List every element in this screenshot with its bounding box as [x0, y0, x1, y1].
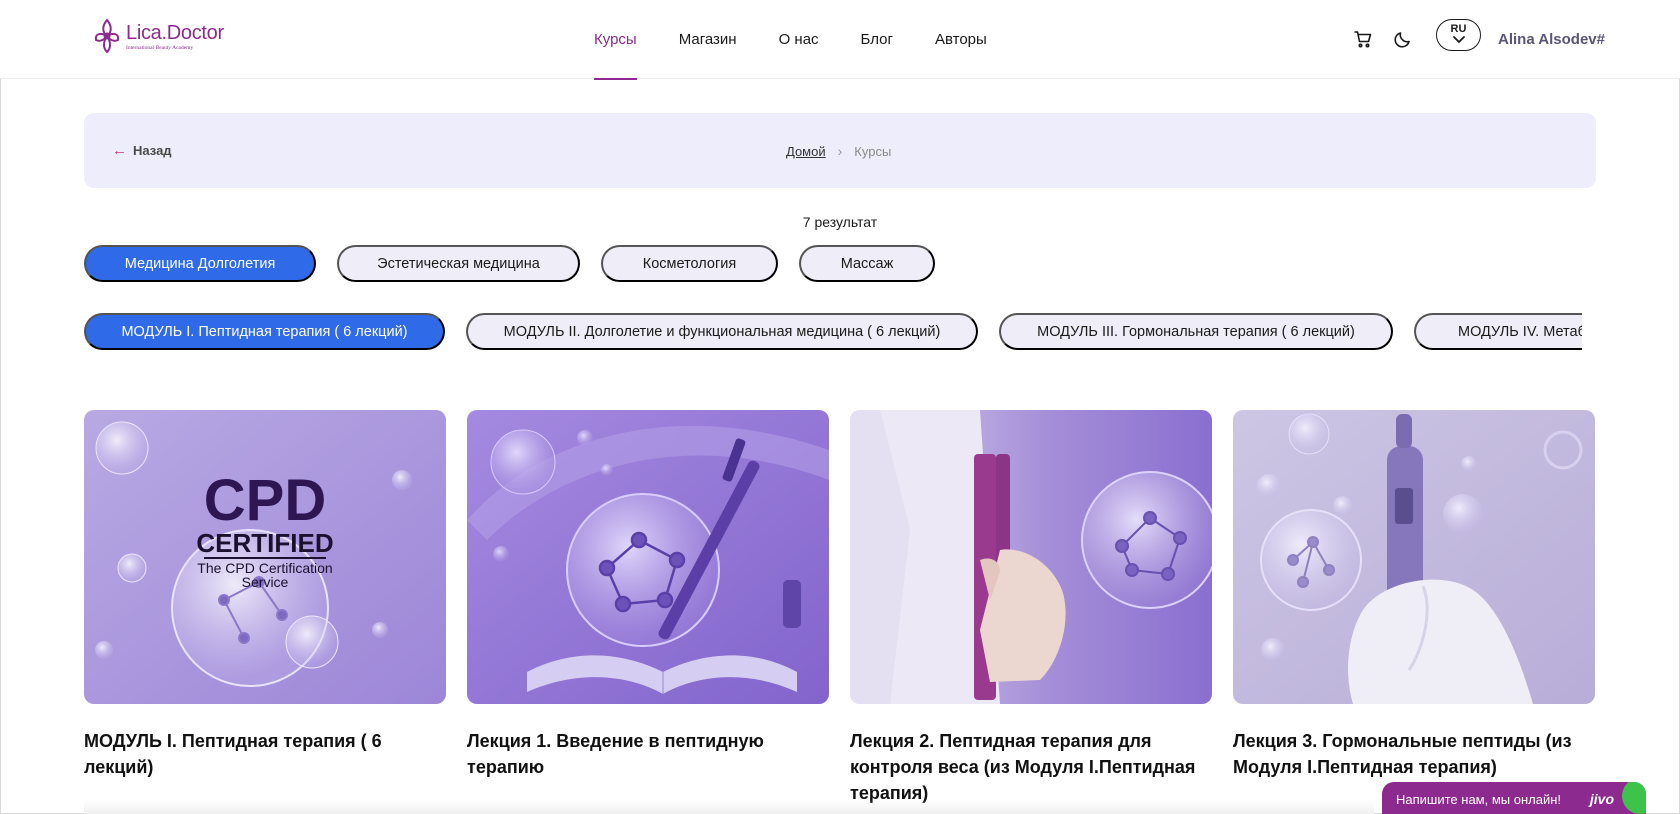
module-pill-3[interactable]: МОДУЛЬ III. Гормональная терапия ( 6 лек… — [999, 313, 1393, 350]
nav-courses[interactable]: Курсы — [594, 0, 637, 80]
back-button[interactable]: ← Назад — [112, 142, 172, 159]
cpd-badge-caption-2: Service — [242, 574, 289, 590]
category-pill-massage[interactable]: Массаж — [799, 245, 935, 282]
chat-brand-logo: jivo — [1589, 791, 1614, 807]
arrow-left-icon: ← — [112, 142, 127, 159]
chevron-down-icon — [1452, 36, 1465, 44]
course-card[interactable]: CPD CERTIFIED The CPD Certification Serv… — [84, 410, 446, 806]
nav-blog[interactable]: Блог — [861, 0, 893, 79]
logo[interactable]: Lica.Doctor International Beauty Academy — [92, 16, 224, 58]
card-image-cpd: CPD CERTIFIED The CPD Certification Serv… — [84, 410, 446, 704]
breadcrumb-current: Курсы — [854, 143, 892, 159]
breadcrumb-bar: ← Назад Домой › Курсы — [84, 113, 1596, 188]
breadcrumb-home[interactable]: Домой — [786, 144, 826, 159]
card-title[interactable]: МОДУЛЬ I. Пептидная терапия ( 6 лекций) — [84, 728, 446, 780]
course-card[interactable]: Лекция 3. Гормональные пептиды (из Модул… — [1233, 410, 1595, 806]
logo-tagline: International Beauty Academy — [126, 45, 194, 51]
logo-name: Lica.Doctor — [126, 22, 224, 44]
nav-about[interactable]: О нас — [779, 0, 819, 79]
category-filters: Медицина Долголетия Эстетическая медицин… — [84, 245, 935, 282]
back-label: Назад — [133, 143, 172, 158]
user-name[interactable]: Alina Alsodev# — [1498, 31, 1605, 48]
chevron-right-icon: › — [837, 143, 843, 159]
language-label: RU — [1450, 23, 1467, 35]
card-title[interactable]: Лекция 3. Гормональные пептиды (из Модул… — [1233, 728, 1595, 780]
cart-icon[interactable] — [1352, 28, 1374, 50]
breadcrumb: Домой › Курсы — [786, 143, 891, 159]
module-pill-1[interactable]: МОДУЛЬ I. Пептидная терапия ( 6 лекций) — [84, 313, 445, 350]
module-filters[interactable]: МОДУЛЬ I. Пептидная терапия ( 6 лекций) … — [84, 313, 1582, 350]
moon-icon[interactable] — [1392, 28, 1414, 50]
nav-authors[interactable]: Авторы — [935, 0, 987, 79]
cpd-badge-main: CPD — [204, 468, 326, 533]
card-image-injection-pen — [1233, 410, 1595, 704]
card-title[interactable]: Лекция 1. Введение в пептидную терапию — [467, 728, 829, 780]
chat-label: Напишите нам, мы онлайн! — [1396, 792, 1562, 807]
nav-shop[interactable]: Магазин — [679, 0, 737, 79]
online-status-icon — [1622, 782, 1646, 814]
cpd-badge-sub: CERTIFIED — [196, 528, 333, 558]
category-pill-cosmetology[interactable]: Косметология — [601, 245, 778, 282]
results-count: 7 результат — [802, 214, 878, 230]
category-pill-aesthetic[interactable]: Эстетическая медицина — [337, 245, 580, 282]
category-pill-longevity[interactable]: Медицина Долголетия — [84, 245, 316, 282]
chat-widget[interactable]: Напишите нам, мы онлайн! jivo — [1382, 782, 1646, 814]
course-cards: CPD CERTIFIED The CPD Certification Serv… — [84, 410, 1595, 806]
course-card[interactable]: Лекция 2. Пептидная терапия для контроля… — [850, 410, 1212, 806]
scroll-fade — [84, 800, 1374, 814]
card-image-molecule-book — [467, 410, 829, 704]
card-image-measuring-tape — [850, 410, 1212, 704]
card-title[interactable]: Лекция 2. Пептидная терапия для контроля… — [850, 728, 1212, 806]
main-nav: Курсы Магазин О нас Блог Авторы — [594, 0, 987, 80]
language-selector[interactable]: RU — [1436, 19, 1481, 51]
module-pill-4[interactable]: МОДУЛЬ IV. Метаболическая — [1414, 313, 1582, 350]
course-card[interactable]: Лекция 1. Введение в пептидную терапию — [467, 410, 829, 806]
module-pill-2[interactable]: МОДУЛЬ II. Долголетие и функциональная м… — [466, 313, 978, 350]
lotus-logo-icon — [94, 18, 120, 54]
site-header: Lica.Doctor International Beauty Academy… — [0, 0, 1680, 80]
